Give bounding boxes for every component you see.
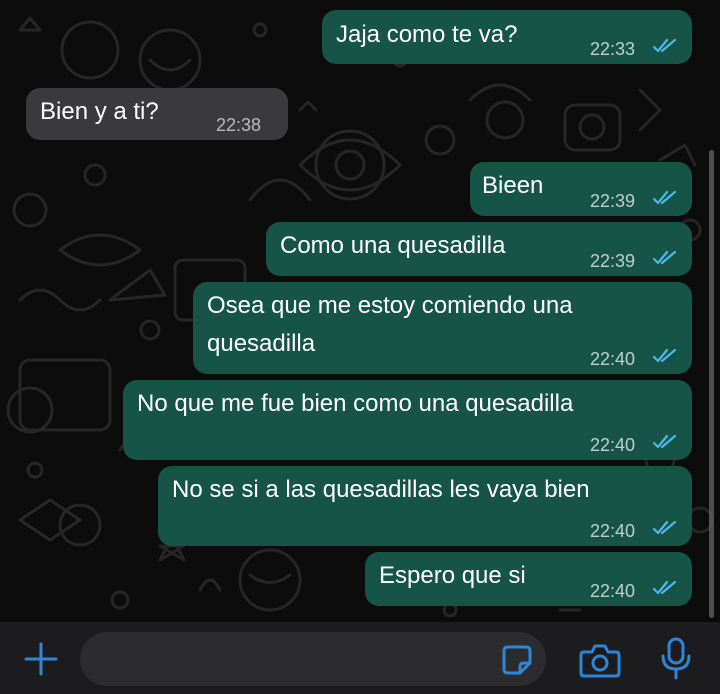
message-bubble-outgoing[interactable]: No que me fue bien como una quesadilla 2… [123, 380, 692, 460]
read-receipt-icon [652, 348, 677, 363]
message-bubble-outgoing[interactable]: Bieen 22:39 [470, 162, 692, 216]
read-receipt-icon [652, 580, 677, 595]
message-time: 22:39 [590, 251, 636, 271]
message-text-line-2: quesadilla [207, 330, 316, 357]
read-receipt-icon [652, 38, 677, 53]
chat-scrollbar[interactable] [709, 150, 714, 618]
read-receipt-icon [652, 434, 677, 449]
microphone-icon[interactable] [658, 636, 694, 682]
message-time: 22:38 [216, 115, 262, 135]
message-text: No se si a las quesadillas les vaya bien [172, 476, 590, 503]
message-text: Bien y a ti? [40, 98, 159, 125]
plus-icon[interactable] [22, 640, 60, 678]
camera-icon[interactable] [578, 640, 622, 680]
message-text: No que me fue bien como una quesadilla [137, 390, 574, 417]
read-receipt-icon [652, 190, 677, 205]
message-time: 22:40 [590, 581, 636, 601]
message-time: 22:39 [590, 191, 636, 211]
message-text-line-1: Osea que me estoy comiendo una [207, 292, 573, 319]
sticker-icon[interactable] [500, 643, 534, 677]
read-receipt-icon [652, 250, 677, 265]
message-bubble-outgoing[interactable]: Osea que me estoy comiendo una quesadill… [193, 282, 692, 374]
message-input[interactable] [80, 632, 546, 686]
message-bubble-outgoing[interactable]: Espero que si 22:40 [365, 552, 692, 606]
message-bubble-outgoing[interactable]: No se si a las quesadillas les vaya bien… [158, 466, 692, 546]
message-text: Jaja como te va? [336, 21, 518, 48]
message-time: 22:40 [590, 435, 636, 455]
read-receipt-icon [652, 520, 677, 535]
message-bubble-incoming[interactable]: Bien y a ti? 22:38 [26, 88, 288, 140]
message-text: Espero que si [379, 562, 526, 589]
message-time: 22:40 [590, 349, 636, 369]
message-bubble-outgoing[interactable]: Jaja como te va? 22:33 [322, 10, 692, 64]
message-text: Como una quesadilla [280, 232, 506, 259]
message-time: 22:40 [590, 521, 636, 541]
message-text: Bieen [482, 172, 544, 199]
message-bubble-outgoing[interactable]: Como una quesadilla 22:39 [266, 222, 692, 276]
message-time: 22:33 [590, 39, 636, 59]
